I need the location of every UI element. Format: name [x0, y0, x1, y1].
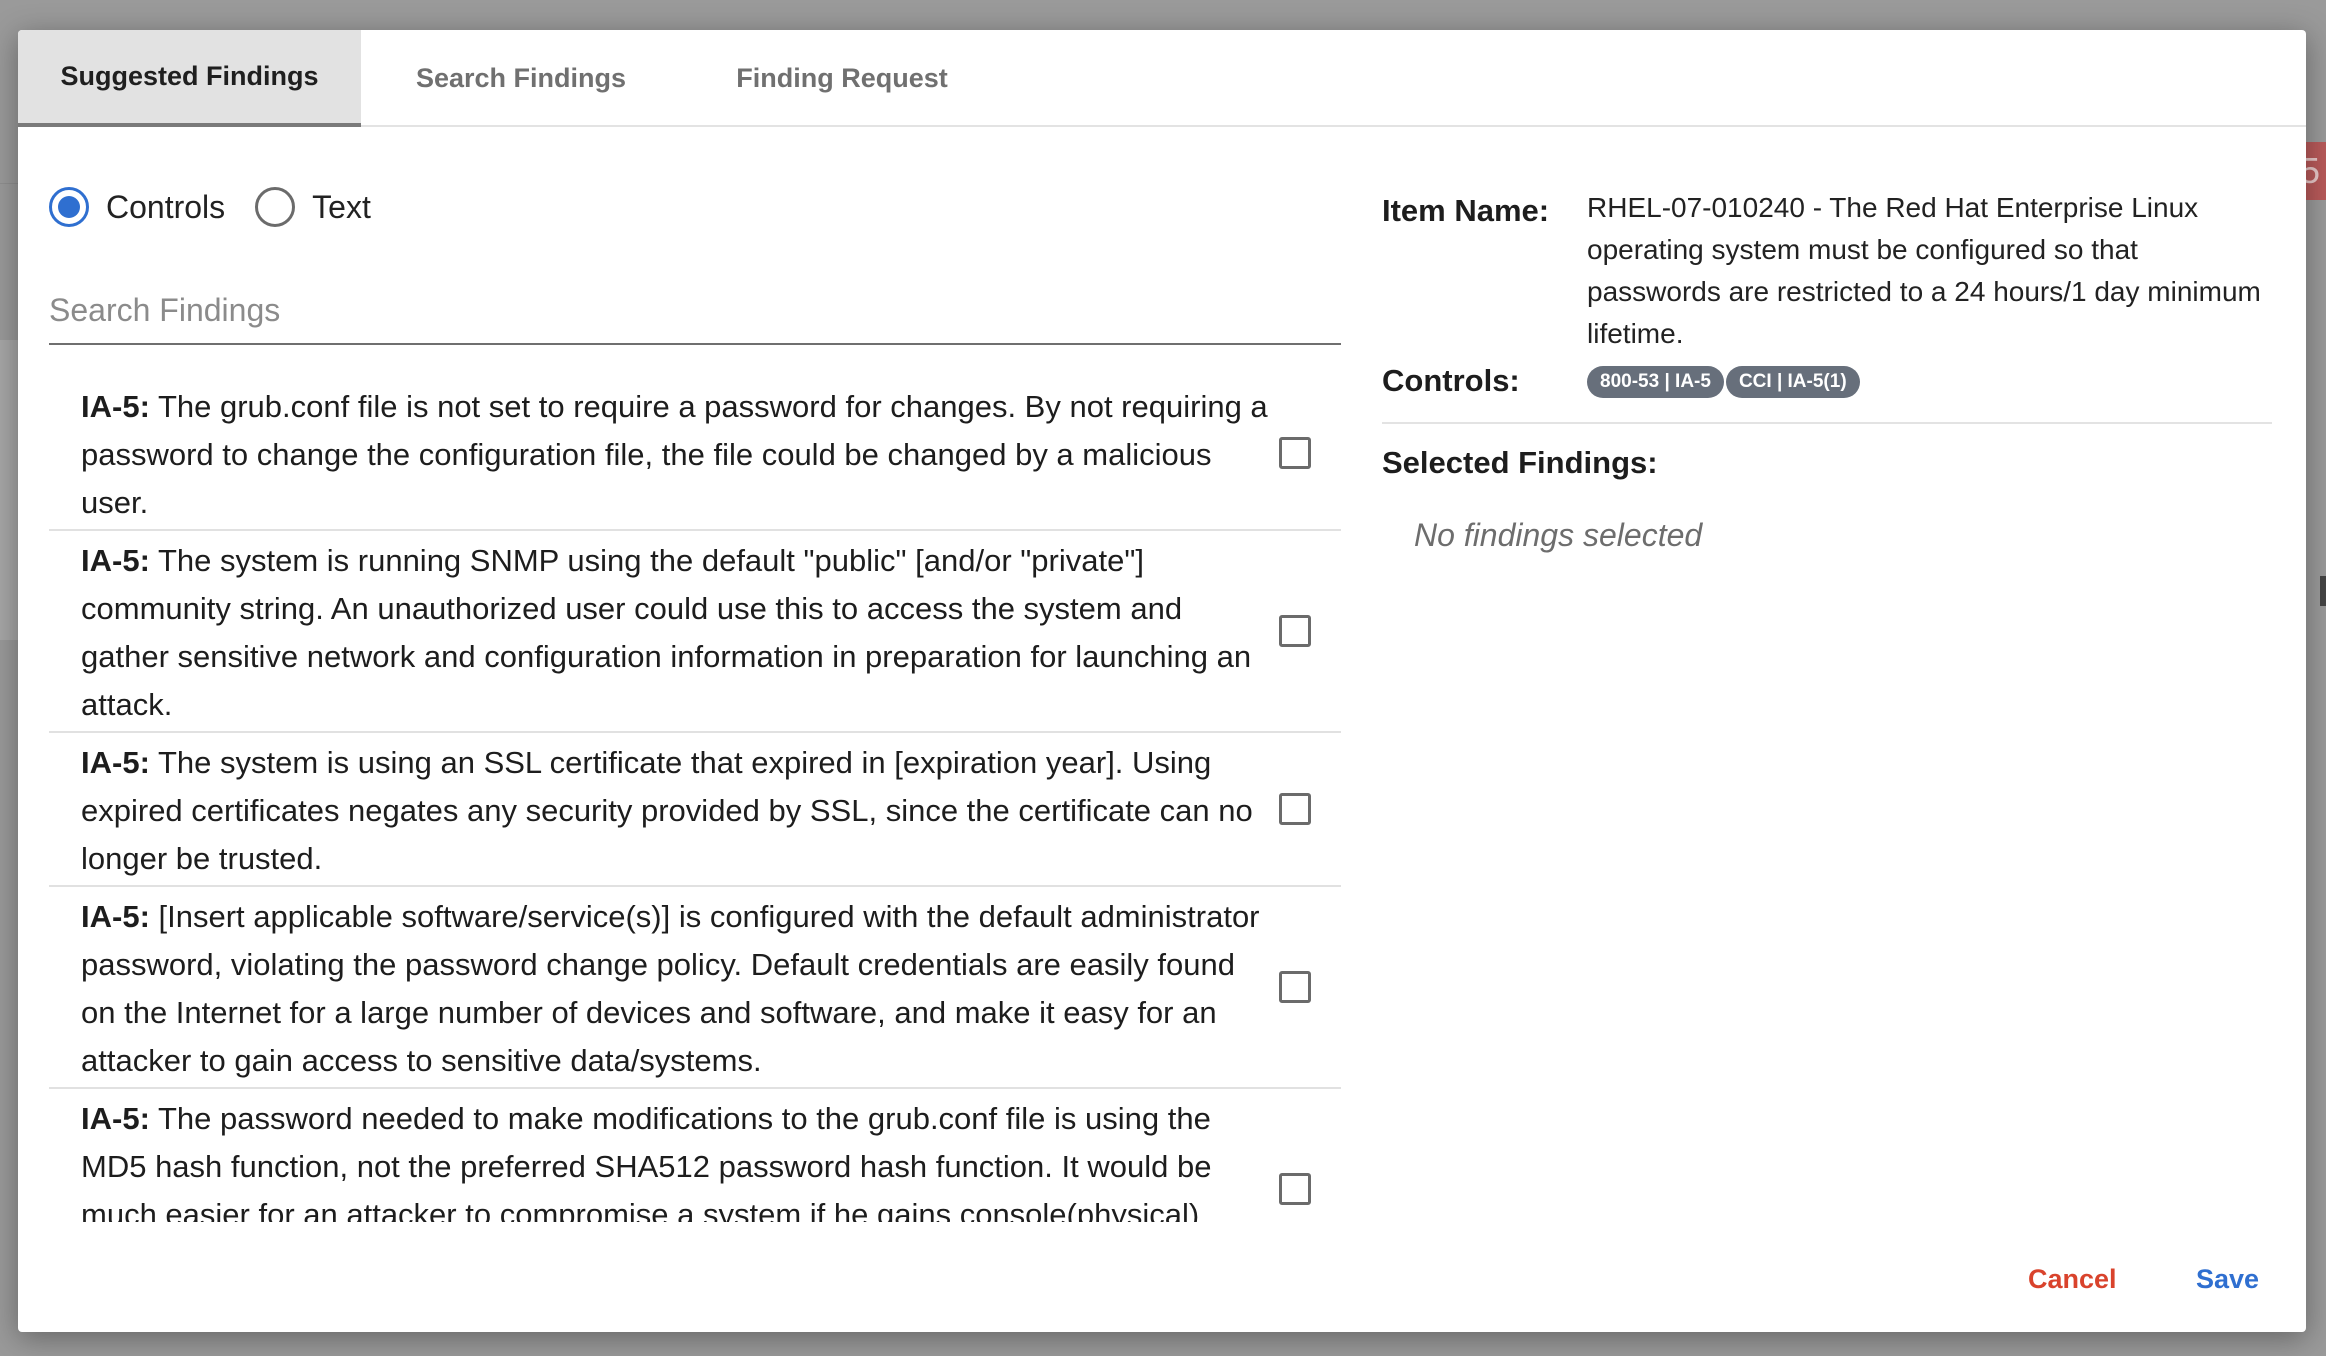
tab-search-findings[interactable]: Search Findings	[361, 30, 681, 127]
radio-option-controls[interactable]: Controls	[49, 187, 225, 227]
save-button[interactable]: Save	[2196, 1264, 2259, 1295]
finding-text: The password needed to make modification…	[81, 1101, 1212, 1222]
finding-text: [Insert applicable software/service(s)] …	[81, 899, 1260, 1078]
search-mode-radio-group: Controls Text	[49, 187, 401, 227]
radio-label-controls: Controls	[106, 188, 226, 225]
finding-code: IA-5:	[81, 1101, 150, 1136]
selected-findings-label: Selected Findings:	[1382, 445, 1658, 480]
search-field	[49, 277, 1341, 345]
finding-checkbox[interactable]	[1279, 793, 1311, 825]
radio-option-text[interactable]: Text	[255, 187, 371, 227]
finding-code: IA-5:	[81, 899, 150, 934]
tab-finding-request[interactable]: Finding Request	[681, 30, 1003, 127]
finding-checkbox[interactable]	[1279, 1173, 1311, 1205]
finding-item: IA-5: The system is using an SSL certifi…	[49, 733, 1341, 887]
background-caret	[2320, 576, 2326, 606]
details-divider	[1382, 422, 2272, 424]
finding-item: IA-5: [Insert applicable software/servic…	[49, 887, 1341, 1089]
radio-label-text: Text	[312, 188, 371, 225]
item-details-pane: Item Name: RHEL-07-010240 - The Red Hat …	[1382, 127, 2272, 1232]
control-chip: CCI | IA-5(1)	[1725, 366, 1860, 398]
control-chip: 800-53 | IA-5	[1587, 366, 1724, 398]
controls-label: Controls:	[1382, 363, 1520, 398]
background-panel	[0, 340, 20, 640]
cancel-button[interactable]: Cancel	[2028, 1264, 2117, 1295]
no-findings-message: No findings selected	[1414, 517, 1703, 553]
finding-text: The grub.conf file is not set to require…	[81, 389, 1268, 520]
item-name-label: Item Name:	[1382, 193, 1550, 228]
finding-code: IA-5:	[81, 745, 150, 780]
radio-button-text[interactable]	[255, 187, 296, 227]
suggested-findings-pane: Controls Text IA-5: The grub.conf file i…	[49, 127, 1341, 1232]
tab-bar: Suggested Findings Search Findings Findi…	[18, 30, 2306, 127]
findings-list[interactable]: IA-5: The grub.conf file is not set to r…	[49, 377, 1341, 1222]
finding-checkbox[interactable]	[1279, 615, 1311, 647]
finding-checkbox[interactable]	[1279, 971, 1311, 1003]
finding-checkbox[interactable]	[1279, 437, 1311, 469]
finding-item: IA-5: The system is running SNMP using t…	[49, 531, 1341, 733]
finding-code: IA-5:	[81, 389, 150, 424]
item-name-value: RHEL-07-010240 - The Red Hat Enterprise …	[1587, 192, 2261, 349]
finding-item: IA-5: The grub.conf file is not set to r…	[49, 377, 1341, 531]
controls-chips: 800-53 | IA-5 CCI | IA-5(1)	[1587, 366, 1862, 398]
finding-text: The system is using an SSL certificate t…	[81, 745, 1253, 876]
finding-code: IA-5:	[81, 543, 150, 578]
finding-text: The system is running SNMP using the def…	[81, 543, 1252, 722]
search-findings-input[interactable]	[49, 277, 1341, 343]
findings-dialog: Suggested Findings Search Findings Findi…	[18, 30, 2306, 1332]
tab-suggested-findings[interactable]: Suggested Findings	[18, 30, 361, 127]
finding-item: IA-5: The password needed to make modifi…	[49, 1089, 1341, 1222]
radio-button-controls[interactable]	[49, 187, 89, 227]
